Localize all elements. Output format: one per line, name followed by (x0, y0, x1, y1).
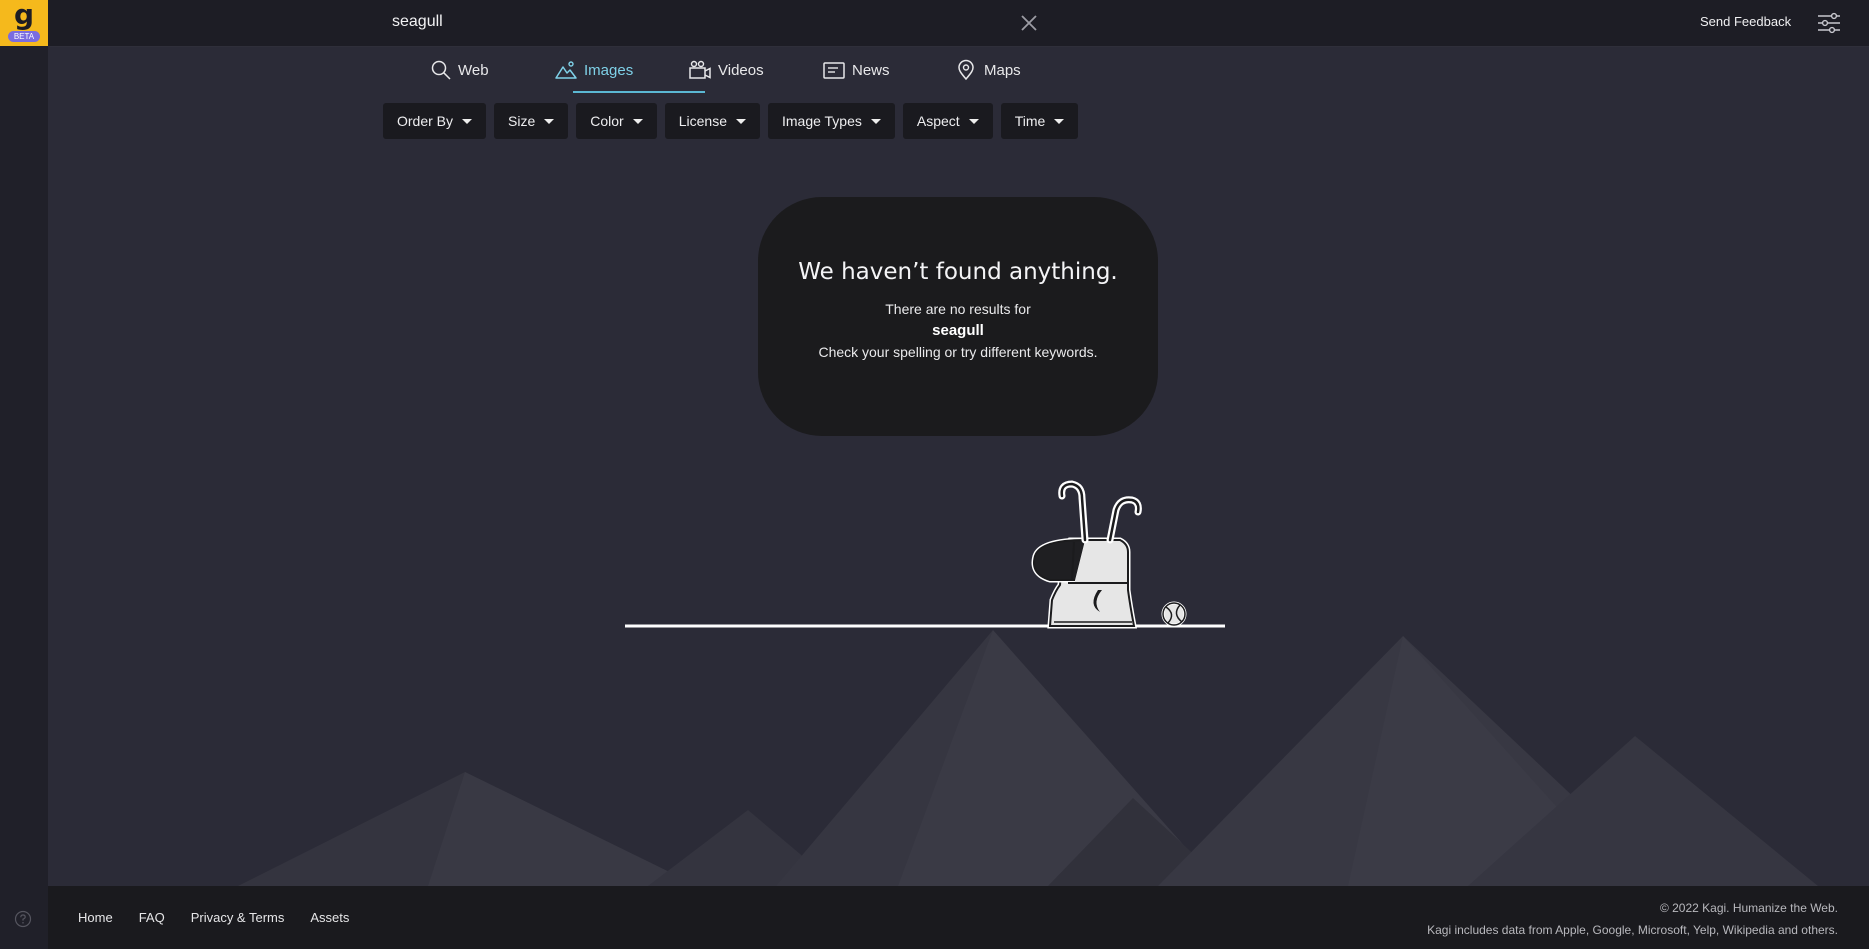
tab-label: Videos (718, 61, 764, 79)
tab-label: Web (458, 61, 489, 79)
tab-label: News (852, 61, 890, 79)
map-pin-icon (958, 59, 974, 81)
settings-sliders-icon[interactable] (1816, 12, 1842, 34)
dog-digging-illustration (625, 480, 1225, 629)
help-icon[interactable] (14, 910, 32, 928)
tab-images[interactable]: Images (554, 46, 633, 94)
filter-size[interactable]: Size (494, 103, 569, 139)
filter-color[interactable]: Color (576, 103, 657, 139)
caret-down-icon (870, 118, 881, 124)
footer-link-assets[interactable]: Assets (310, 910, 349, 925)
footer: Home FAQ Privacy & Terms Assets © 2022 K… (48, 886, 1869, 949)
caret-down-icon (632, 118, 643, 124)
image-filters: Order By Size Color License Image Types … (383, 103, 1079, 139)
caret-down-icon (462, 118, 473, 124)
no-results-hint: Check your spelling or try different key… (818, 344, 1098, 360)
filter-label: Aspect (916, 113, 960, 129)
no-results-query: seagull (932, 322, 984, 339)
send-feedback-link[interactable]: Send Feedback (1700, 14, 1791, 29)
tab-web[interactable]: Web (430, 46, 489, 94)
caret-down-icon (544, 118, 555, 124)
filter-label: Image Types (781, 113, 862, 129)
search-input[interactable] (392, 8, 1032, 36)
caret-down-icon (1054, 118, 1065, 124)
news-icon (823, 62, 845, 79)
beta-badge: BETA (8, 31, 40, 42)
tab-label: Images (584, 61, 634, 79)
mountains-illustration (238, 630, 1818, 886)
caret-down-icon (968, 118, 979, 124)
no-results-title: We haven’t found anything. (798, 259, 1118, 285)
footer-link-privacy-terms[interactable]: Privacy & Terms (191, 910, 285, 925)
close-icon[interactable] (1019, 13, 1039, 33)
data-credits-text: Kagi includes data from Apple, Google, M… (1427, 923, 1838, 937)
filter-label: Size (508, 113, 536, 129)
caret-down-icon (735, 118, 746, 124)
search-icon (431, 60, 451, 80)
filter-order-by[interactable]: Order By (383, 103, 487, 139)
footer-links: Home FAQ Privacy & Terms Assets (78, 910, 349, 925)
filter-label: Time (1014, 113, 1046, 129)
sidebar: g BETA (0, 0, 48, 949)
footer-link-faq[interactable]: FAQ (139, 910, 165, 925)
footer-link-home[interactable]: Home (78, 910, 113, 925)
video-camera-icon (689, 60, 711, 79)
filter-aspect[interactable]: Aspect (902, 103, 993, 139)
no-results-text: There are no results for (885, 301, 1031, 317)
filter-label: License (678, 113, 727, 129)
kagi-logo[interactable]: g BETA (0, 0, 48, 46)
search-type-tabs: Web Images Videos News Maps (48, 46, 1869, 94)
top-bar: Send Feedback (48, 0, 1869, 47)
filter-time[interactable]: Time (1000, 103, 1079, 139)
filter-label: Color (590, 113, 624, 129)
active-tab-indicator (573, 91, 705, 93)
logo-letter: g (13, 0, 35, 31)
tab-maps[interactable]: Maps (954, 46, 1021, 94)
mountain-image-icon (555, 61, 577, 79)
filter-image-types[interactable]: Image Types (767, 103, 895, 139)
copyright-text: © 2022 Kagi. Humanize the Web. (1659, 901, 1838, 915)
filter-license[interactable]: License (664, 103, 760, 139)
tab-videos[interactable]: Videos (688, 46, 764, 94)
filter-label: Order By (397, 113, 454, 129)
tab-news[interactable]: News (822, 46, 890, 94)
tab-label: Maps (984, 61, 1021, 79)
no-results-card: We haven’t found anything. There are no … (758, 197, 1158, 436)
